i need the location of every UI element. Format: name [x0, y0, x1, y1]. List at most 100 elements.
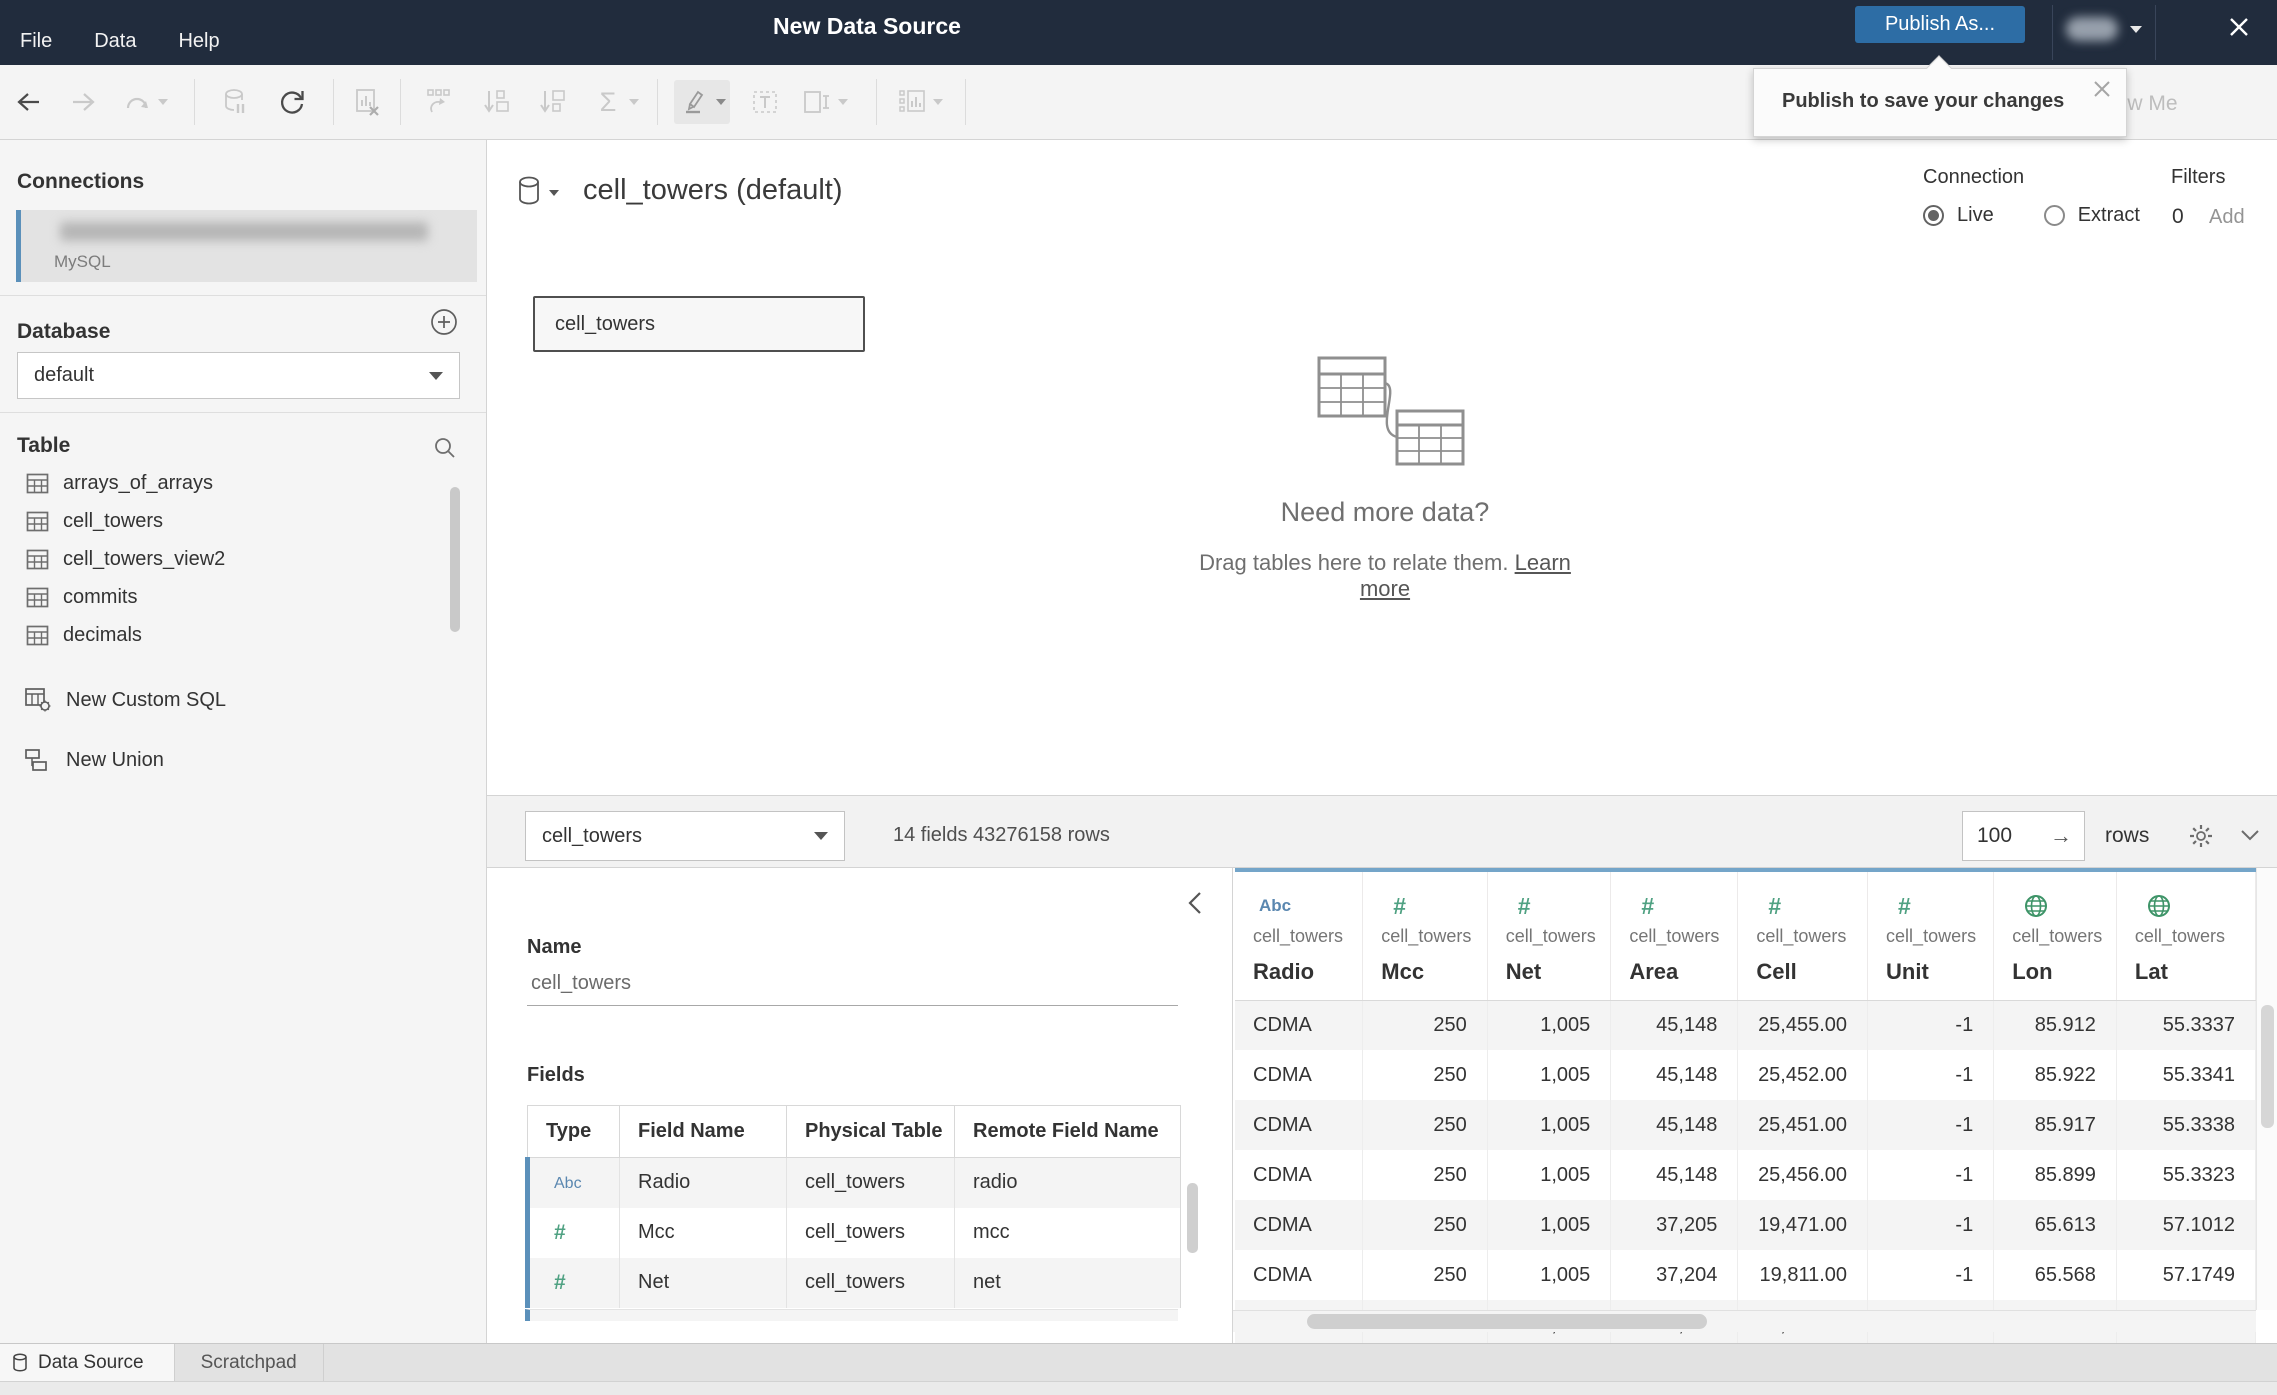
grid-cell: 25,452.00: [1737, 1050, 1869, 1100]
table-grid-icon: [26, 625, 49, 646]
close-window-icon[interactable]: [2224, 12, 2258, 52]
sort-descending-icon[interactable]: [535, 85, 569, 119]
replay-caret-icon[interactable]: [158, 99, 168, 105]
database-cylinder-icon[interactable]: [517, 176, 541, 206]
show-me-caret-icon[interactable]: [933, 99, 943, 105]
grid-column-header-net[interactable]: # cell_towers Net: [1487, 872, 1612, 1001]
select-caret-icon: [814, 832, 828, 840]
table-list-scrollbar[interactable]: [450, 487, 460, 632]
connection-radio-extract[interactable]: Extract: [2043, 204, 2140, 227]
text-label-icon[interactable]: [748, 85, 782, 119]
fields-header-row: Type Field Name Physical Table Remote Field…: [527, 1105, 1181, 1158]
menu-data[interactable]: Data: [94, 30, 136, 53]
grid-vertical-scrollbar[interactable]: [2256, 868, 2277, 1310]
connection-item[interactable]: MySQL: [16, 210, 477, 282]
field-row-net[interactable]: # Net cell_towers net: [525, 1257, 1181, 1308]
column-table-label: cell_towers: [1886, 926, 1977, 946]
grid-cell: -1: [1867, 1000, 1995, 1050]
swap-rows-columns-icon[interactable]: [423, 85, 457, 119]
publish-as-button[interactable]: Publish As...: [1855, 6, 2025, 43]
grid-cell: 55.3341: [2116, 1050, 2256, 1100]
data-preview-grid: Abc cell_towers Radio # cell_towers Mcc # cell_…: [1232, 868, 2256, 1343]
field-cell: cell_towers: [786, 1157, 955, 1208]
grid-hscroll-thumb[interactable]: [1307, 1314, 1707, 1329]
sort-ascending-icon[interactable]: [479, 85, 513, 119]
grid-column-header-lat[interactable]: cell_towers Lat: [2116, 872, 2256, 1001]
grid-cell: 1,005: [1487, 1250, 1612, 1300]
menu-help[interactable]: Help: [178, 30, 219, 53]
sidebar-table-arrays_of_arrays[interactable]: arrays_of_arrays: [0, 464, 470, 502]
connection-radio-group: Live Extract: [1923, 204, 2140, 227]
show-me-panel-icon[interactable]: [895, 85, 929, 119]
replay-icon[interactable]: [120, 85, 154, 119]
number-type-icon: #: [1768, 892, 1782, 919]
connection-type-label: MySQL: [54, 252, 111, 271]
sidebar: Connections MySQL Database default Table…: [0, 140, 487, 1343]
datasource-caret-icon[interactable]: [549, 190, 559, 196]
grid-cell: -1: [1867, 1150, 1995, 1200]
tab-scratchpad[interactable]: Scratchpad: [175, 1344, 324, 1381]
fit-selector-icon[interactable]: [800, 85, 834, 119]
logical-table-cell-towers[interactable]: cell_towers: [533, 296, 865, 352]
pause-auto-updates-icon[interactable]: [219, 85, 253, 119]
grid-cell: 19,811.00: [1737, 1250, 1869, 1300]
grid-cell: 19,471.00: [1737, 1200, 1869, 1250]
metadata-panel: Name Fields TypeField NamePhysical Table…: [487, 868, 1232, 1343]
totals-icon[interactable]: Σ: [591, 85, 625, 119]
user-menu-caret-icon[interactable]: [2130, 26, 2142, 33]
grid-cell: -1: [1867, 1100, 1995, 1150]
chevron-down-icon[interactable]: [2239, 827, 2261, 843]
refresh-data-source-icon[interactable]: [275, 85, 309, 119]
sidebar-table-commits[interactable]: commits: [0, 578, 470, 616]
fit-selector-caret-icon[interactable]: [838, 99, 848, 105]
grid-column-header-lon[interactable]: cell_towers Lon: [1993, 872, 2117, 1001]
row-limit-input[interactable]: [1977, 824, 2043, 848]
grid-column-header-unit[interactable]: # cell_towers Unit: [1867, 872, 1995, 1001]
grid-cell: CDMA: [1235, 1050, 1364, 1100]
empty-state-subtitle-text: Drag tables here to relate them.: [1199, 550, 1509, 575]
field-row-mcc[interactable]: # Mcc cell_towers mcc: [525, 1207, 1181, 1258]
clear-sheet-icon[interactable]: [350, 85, 384, 119]
sidebar-table-cell_towers_view2[interactable]: cell_towers_view2: [0, 540, 470, 578]
user-avatar[interactable]: [2066, 17, 2118, 41]
sidebar-table-decimals[interactable]: decimals: [0, 616, 470, 654]
table-name-input[interactable]: [527, 972, 1178, 1006]
column-field-name: Cell: [1756, 959, 1797, 984]
fields-label: Fields: [527, 1064, 585, 1086]
grid-column-header-radio[interactable]: Abc cell_towers Radio: [1235, 872, 1364, 1001]
grid-body: CDMA 250 1,005 45,148 25,455.00 -1 85.912 55.33…: [1235, 1000, 2256, 1343]
filters-add-button[interactable]: Add: [2209, 206, 2245, 229]
collapse-panel-icon[interactable]: [1186, 890, 1206, 916]
new-union-button[interactable]: New Union: [24, 740, 444, 780]
grid-horizontal-scrollbar[interactable]: [1233, 1310, 2256, 1332]
grid-column-header-cell[interactable]: # cell_towers Cell: [1737, 872, 1869, 1001]
fields-scrollbar[interactable]: [1187, 1183, 1198, 1253]
tooltip-close-icon[interactable]: [2090, 77, 2114, 101]
redo-icon[interactable]: [66, 85, 100, 119]
menu-file[interactable]: File: [20, 30, 52, 53]
column-table-label: cell_towers: [1629, 926, 1720, 946]
preview-table-select[interactable]: cell_towers: [525, 811, 845, 861]
datasource-canvas: cell_towers (default) Connection Live Ex…: [487, 140, 2277, 795]
number-type-icon: #: [1517, 892, 1531, 919]
highlight-button[interactable]: [674, 80, 730, 124]
apply-row-limit-icon[interactable]: →: [2050, 823, 2072, 849]
grid-cell: 45,148: [1610, 1000, 1739, 1050]
database-select[interactable]: default: [17, 352, 460, 399]
new-custom-sql-button[interactable]: New Custom SQL: [24, 680, 444, 720]
search-icon[interactable]: [433, 436, 457, 460]
number-type-icon: #: [554, 1220, 566, 1244]
add-connection-icon[interactable]: [430, 308, 458, 336]
tab-data-source[interactable]: Data Source: [0, 1344, 175, 1381]
grid-column-header-mcc[interactable]: # cell_towers Mcc: [1362, 872, 1488, 1001]
grid-cell: 57.1012: [2116, 1200, 2256, 1250]
totals-caret-icon[interactable]: [629, 99, 639, 105]
undo-icon[interactable]: [12, 85, 46, 119]
gear-icon[interactable]: [2187, 822, 2215, 850]
number-type-icon: #: [554, 1270, 566, 1294]
connection-radio-live[interactable]: Live: [1923, 204, 1994, 227]
grid-vscroll-thumb[interactable]: [2261, 1005, 2274, 1128]
grid-column-header-area[interactable]: # cell_towers Area: [1610, 872, 1739, 1001]
field-row-radio[interactable]: Abc Radio cell_towers radio: [525, 1157, 1181, 1208]
sidebar-table-cell_towers[interactable]: cell_towers: [0, 502, 470, 540]
